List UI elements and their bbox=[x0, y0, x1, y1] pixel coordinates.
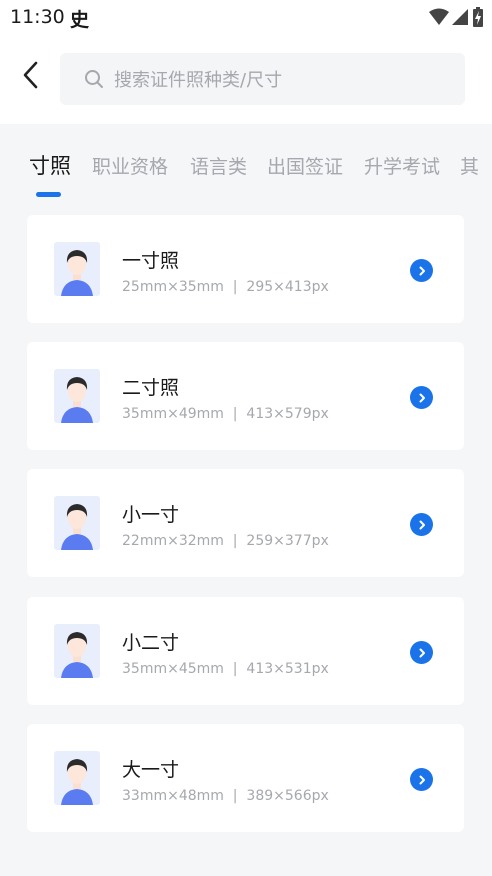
portrait-avatar-icon bbox=[54, 751, 100, 805]
search-placeholder: 搜索证件照种类/尺寸 bbox=[114, 70, 283, 91]
chevron-right-circle-icon[interactable] bbox=[410, 513, 433, 536]
tab-yuyan[interactable]: 语言类 bbox=[190, 152, 247, 179]
chevron-right-circle-icon[interactable] bbox=[410, 768, 433, 791]
status-time: 11:30 bbox=[10, 6, 65, 28]
photo-size-card[interactable]: 二寸照 35mm×49mm | 413×579px bbox=[27, 342, 464, 450]
wifi-icon bbox=[429, 8, 449, 25]
portrait-avatar-icon bbox=[54, 624, 100, 678]
app-notification-icon: 史 bbox=[70, 9, 90, 31]
tab-zhiye-zige[interactable]: 职业资格 bbox=[92, 152, 168, 179]
photo-size-card[interactable]: 小一寸 22mm×32mm | 259×377px bbox=[27, 469, 464, 577]
photo-size-name: 小二寸 bbox=[122, 632, 180, 654]
tab-chuguo-qianzheng[interactable]: 出国签证 bbox=[267, 152, 343, 179]
search-icon bbox=[85, 70, 103, 88]
photo-size-card[interactable]: 一寸照 25mm×35mm | 295×413px bbox=[27, 215, 464, 323]
photo-size-spec: 35mm×49mm | 413×579px bbox=[122, 406, 329, 422]
photo-size-spec: 25mm×35mm | 295×413px bbox=[122, 279, 329, 295]
top-bar: 搜索证件照种类/尺寸 bbox=[0, 36, 492, 124]
tab-shengxue-kaoshi[interactable]: 升学考试 bbox=[364, 152, 440, 179]
battery-charging-icon bbox=[473, 7, 483, 27]
photo-size-spec: 35mm×45mm | 413×531px bbox=[122, 661, 329, 677]
active-tab-indicator bbox=[36, 192, 61, 197]
photo-size-card[interactable]: 小二寸 35mm×45mm | 413×531px bbox=[27, 597, 464, 705]
portrait-avatar-icon bbox=[54, 242, 100, 296]
photo-size-spec: 22mm×32mm | 259×377px bbox=[122, 533, 329, 549]
tab-more[interactable]: 其 bbox=[460, 152, 479, 179]
back-button[interactable] bbox=[14, 58, 48, 92]
photo-size-name: 二寸照 bbox=[122, 377, 180, 399]
status-icons bbox=[429, 7, 484, 27]
portrait-avatar-icon bbox=[54, 369, 100, 423]
back-arrow-icon bbox=[23, 61, 38, 89]
portrait-avatar-icon bbox=[54, 496, 100, 550]
photo-size-card[interactable]: 大一寸 33mm×48mm | 389×566px bbox=[27, 724, 464, 832]
category-tabs: 寸照 职业资格 语言类 出国签证 升学考试 其 bbox=[0, 138, 492, 198]
photo-size-name: 一寸照 bbox=[122, 250, 180, 272]
chevron-right-circle-icon[interactable] bbox=[410, 259, 433, 282]
tab-cunzhao[interactable]: 寸照 bbox=[29, 150, 71, 180]
photo-size-spec: 33mm×48mm | 389×566px bbox=[122, 788, 329, 804]
signal-icon bbox=[452, 9, 468, 25]
search-input[interactable]: 搜索证件照种类/尺寸 bbox=[60, 53, 465, 105]
chevron-right-circle-icon[interactable] bbox=[410, 386, 433, 409]
photo-size-name: 小一寸 bbox=[122, 504, 180, 526]
chevron-right-circle-icon[interactable] bbox=[410, 641, 433, 664]
photo-size-name: 大一寸 bbox=[122, 759, 180, 781]
status-bar: 11:30 史 bbox=[0, 0, 492, 36]
